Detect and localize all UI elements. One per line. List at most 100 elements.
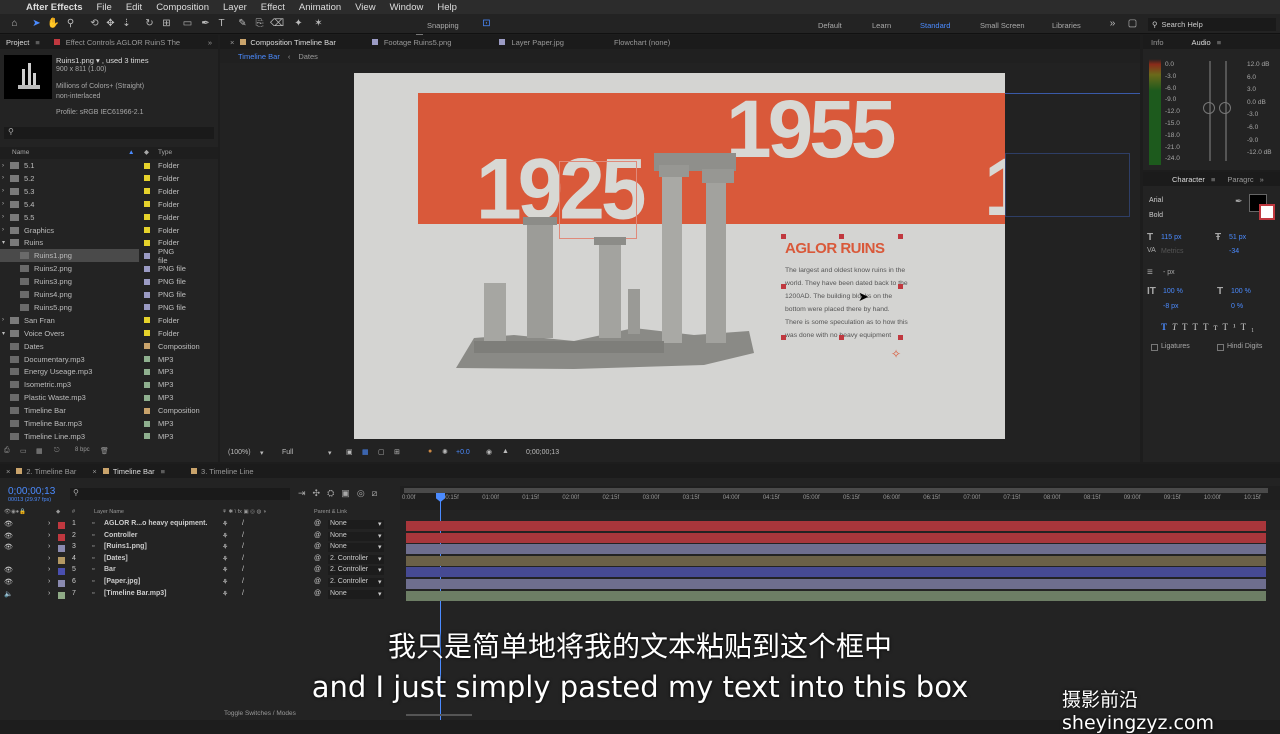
label-swatch[interactable] (144, 407, 150, 414)
text-handle[interactable] (898, 234, 903, 239)
workspace-default[interactable]: Default (818, 21, 842, 30)
audio-menu-icon[interactable]: ≡ (1217, 38, 1221, 47)
tab-audio[interactable]: Audio (1192, 38, 1211, 47)
roto-tool-icon[interactable]: ✦ (292, 17, 305, 30)
disclosure-arrow-icon[interactable]: ▾ (2, 239, 5, 246)
menu-view[interactable]: View (355, 2, 375, 13)
snap-options-icon[interactable]: ⊡ (480, 17, 493, 30)
menu-app[interactable]: After Effects (26, 2, 83, 13)
label-swatch[interactable] (144, 394, 150, 401)
menu-help[interactable]: Help (437, 2, 457, 13)
menu-window[interactable]: Window (390, 2, 424, 13)
project-item[interactable]: ▾ Ruins Folder (0, 236, 218, 249)
menu-effect[interactable]: Effect (261, 2, 285, 13)
layer-duration-bar[interactable] (406, 567, 1266, 578)
project-menu-icon[interactable]: ≡ (35, 38, 39, 47)
bpc-label[interactable]: 8 bpc (75, 447, 90, 453)
label-swatch[interactable] (144, 162, 150, 169)
workspace-libraries[interactable]: Libraries (1052, 21, 1081, 30)
text-handle[interactable] (781, 234, 786, 239)
transparency-grid-icon[interactable]: ▦ (362, 448, 369, 456)
disclosure-arrow-icon[interactable]: › (2, 163, 4, 169)
zoom-dropdown[interactable]: (100%) (228, 449, 251, 456)
disclosure-arrow-icon[interactable]: ▾ (2, 330, 5, 337)
menu-file[interactable]: File (97, 2, 112, 13)
character-menu-icon[interactable]: ≡ (1211, 175, 1215, 184)
search-help-field[interactable]: ⚲ Search Help (1148, 18, 1276, 31)
project-item[interactable]: Plastic Waste.mp3 MP3 (0, 391, 218, 404)
disclosure-arrow-icon[interactable]: › (2, 201, 4, 207)
label-swatch[interactable] (144, 343, 150, 350)
comp-mini-flowchart-icon[interactable]: ⇥ (298, 488, 313, 498)
workspace-panel-icon[interactable]: ▢ (1126, 17, 1139, 30)
disclosure-arrow-icon[interactable]: › (2, 317, 4, 323)
label-swatch[interactable] (144, 368, 150, 375)
project-item[interactable]: › Graphics Folder (0, 224, 218, 237)
superscript-icon[interactable]: T¹ (1222, 322, 1240, 332)
new-comp-icon[interactable]: ▦ (36, 447, 43, 455)
menu-layer[interactable]: Layer (223, 2, 247, 13)
ligatures-checkbox[interactable] (1151, 344, 1158, 351)
project-item[interactable]: › 5.2 Folder (0, 172, 218, 185)
project-item[interactable]: › San Fran Folder (0, 314, 218, 327)
region-icon[interactable]: ▣ (346, 448, 353, 456)
tracking-value[interactable]: -34 (1229, 248, 1239, 255)
puppet-tool-icon[interactable]: ✶ (312, 17, 325, 30)
tab-info[interactable]: Info (1151, 38, 1164, 47)
label-swatch[interactable] (144, 188, 150, 195)
close-tab-icon[interactable]: × (230, 38, 234, 47)
graph-editor-icon[interactable]: ⧄ (372, 488, 385, 498)
tab-layer[interactable]: Layer Paper.jpg (511, 38, 564, 47)
stroke-width-value[interactable]: - px (1163, 269, 1175, 276)
label-swatch[interactable] (144, 330, 150, 337)
timeline-current-time[interactable]: 0;00;00;13 (8, 486, 55, 497)
exposure-value[interactable]: +0.0 (456, 449, 470, 456)
tab-footage[interactable]: Footage Ruins5.png (384, 38, 452, 47)
project-item[interactable]: › 5.3 Folder (0, 185, 218, 198)
label-swatch[interactable] (144, 317, 150, 324)
disclosure-arrow-icon[interactable]: › (2, 188, 4, 194)
project-item[interactable]: Ruins4.png PNG file (0, 288, 218, 301)
text-handle[interactable] (839, 234, 844, 239)
label-swatch[interactable] (144, 356, 150, 362)
project-item[interactable]: › 5.5 Folder (0, 211, 218, 224)
panel-overflow-icon[interactable]: » (1260, 175, 1264, 184)
tab-effect-controls[interactable]: Effect Controls AGLOR RuinS The (66, 38, 180, 47)
layer-duration-bar[interactable] (406, 555, 1266, 566)
eraser-tool-icon[interactable]: ⌫ (270, 17, 284, 30)
text-handle[interactable] (781, 284, 786, 289)
vertical-scale-value[interactable]: 100 % (1163, 288, 1183, 295)
comp-canvas[interactable]: 1925 1955 1 AGLOR RUINS The largest and … (354, 73, 1005, 439)
motion-blur-icon[interactable]: ◎ (357, 488, 372, 498)
stroke-color-swatch[interactable] (1259, 204, 1275, 220)
baseline-value[interactable]: -8 px (1163, 303, 1179, 310)
project-item[interactable]: Documentary.mp3 MP3 (0, 353, 218, 366)
snapshot-icon[interactable]: ◉ (486, 448, 492, 456)
text-handle[interactable] (781, 335, 786, 340)
timeline-search-field[interactable]: ⚲ (70, 488, 290, 500)
project-item[interactable]: Energy Useage.mp3 MP3 (0, 365, 218, 378)
hand-tool-icon[interactable]: ✋ (47, 17, 60, 30)
faux-bold-icon[interactable]: T (1161, 322, 1172, 332)
close-tab-icon[interactable]: × (6, 467, 10, 476)
tab-composition[interactable]: Composition Timeline Bar (250, 38, 335, 47)
time-ruler[interactable]: 0:00f 00:15f 01:00f 01:15f 02:00f 02:15f 03:00… (400, 486, 1280, 510)
project-item[interactable]: Isometric.mp3 MP3 (0, 378, 218, 391)
project-item[interactable]: › 5.4 Folder (0, 198, 218, 211)
column-type[interactable]: Type (158, 147, 172, 159)
anchor-point-icon[interactable]: ✧ (891, 347, 901, 361)
resolution-dropdown[interactable]: Full (282, 449, 293, 456)
label-swatch[interactable] (144, 201, 150, 208)
show-snapshot-icon[interactable]: ▲ (502, 448, 509, 455)
text-handle[interactable] (898, 335, 903, 340)
orbit-tool-icon[interactable]: ⟲ (88, 17, 101, 30)
project-item[interactable]: Timeline Line.mp3 MP3 (0, 430, 218, 443)
trash-icon[interactable]: 🗑 (100, 447, 109, 455)
draft-3d-icon[interactable]: ✣ (313, 488, 328, 498)
label-swatch[interactable] (144, 265, 150, 272)
parent-link-column[interactable]: Parent & Link (314, 509, 347, 515)
color-channels-icon[interactable]: ● (428, 448, 432, 455)
project-item[interactable]: Timeline Bar.mp3 MP3 (0, 417, 218, 430)
menu-composition[interactable]: Composition (156, 2, 209, 13)
tab-character[interactable]: Character (1172, 175, 1205, 184)
